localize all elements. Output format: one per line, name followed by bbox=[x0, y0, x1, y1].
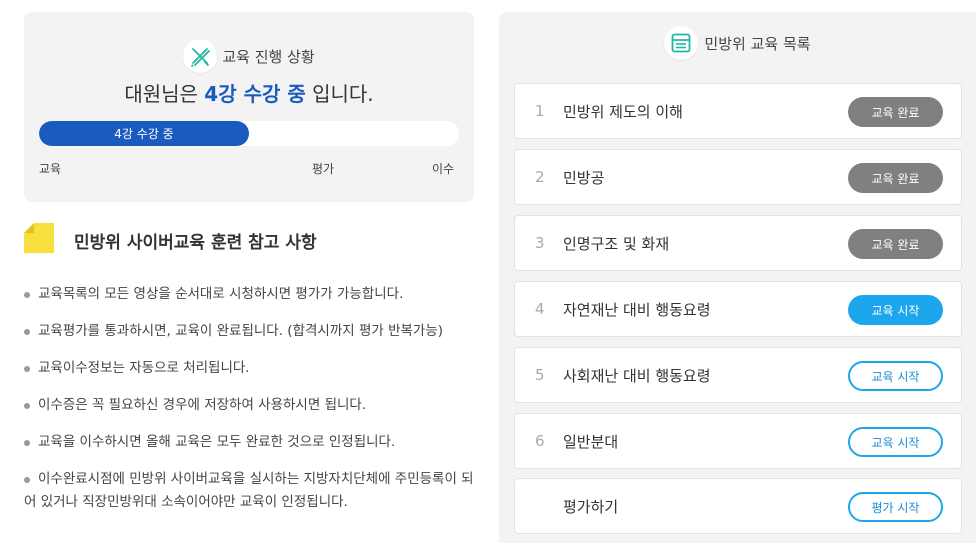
course-name: 민방공 bbox=[563, 169, 605, 187]
course-start-button[interactable]: 교육 시작 bbox=[848, 361, 943, 391]
course-name: 민방위 제도의 이해 bbox=[563, 103, 683, 121]
status-highlight: 4강 수강 중 bbox=[204, 82, 306, 106]
note-item: 이수완료시점에 민방위 사이버교육을 실시하는 지방자치단체에 주민등록이 되어… bbox=[24, 468, 474, 514]
step-completion: 이수 bbox=[432, 162, 455, 176]
course-number: 3 bbox=[535, 234, 545, 252]
course-completed-button[interactable]: 교육 완료 bbox=[848, 163, 943, 193]
course-completed-button[interactable]: 교육 완료 bbox=[848, 97, 943, 127]
progress-card-header: 교육 진행 상황 bbox=[24, 39, 474, 73]
course-number: 1 bbox=[535, 102, 545, 120]
curriculum-panel: 민방위 교육 목록 1 민방위 제도의 이해 교육 완료 2 민방공 교육 완료… bbox=[499, 12, 976, 543]
note-item: 교육이수정보는 자동으로 처리됩니다. bbox=[24, 357, 474, 380]
step-evaluation: 평가 bbox=[312, 162, 335, 176]
notes-title: 민방위 사이버교육 훈련 참고 사항 bbox=[74, 232, 317, 253]
progress-title: 교육 진행 상황 bbox=[222, 47, 315, 66]
status-suffix: 입니다. bbox=[312, 82, 374, 106]
course-number: 5 bbox=[535, 366, 545, 384]
evaluation-row: 평가하기 평가 시작 bbox=[514, 478, 962, 534]
progress-card: 교육 진행 상황 대원님은 4강 수강 중 입니다. 4강 수강 중 교육 평가… bbox=[24, 12, 474, 202]
course-completed-button[interactable]: 교육 완료 bbox=[848, 229, 943, 259]
curriculum-title: 민방위 교육 목록 bbox=[704, 34, 811, 53]
course-name: 사회재난 대비 행동요령 bbox=[563, 367, 711, 385]
course-row: 3 인명구조 및 화재 교육 완료 bbox=[514, 215, 962, 271]
course-row: 4 자연재난 대비 행동요령 교육 시작 bbox=[514, 281, 962, 337]
course-number: 2 bbox=[535, 168, 545, 186]
step-education: 교육 bbox=[39, 162, 62, 176]
course-row: 1 민방위 제도의 이해 교육 완료 bbox=[514, 83, 962, 139]
progress-status: 대원님은 4강 수강 중 입니다. bbox=[24, 78, 474, 107]
course-name: 인명구조 및 화재 bbox=[563, 235, 670, 253]
course-row: 6 일반분대 교육 시작 bbox=[514, 413, 962, 469]
status-prefix: 대원님은 bbox=[124, 82, 198, 106]
course-start-button[interactable]: 교육 시작 bbox=[848, 427, 943, 457]
evaluation-name: 평가하기 bbox=[563, 498, 619, 516]
note-item: 교육목록의 모든 영상을 순서대로 시청하시면 평가가 가능합니다. bbox=[24, 283, 474, 306]
notes-header: 민방위 사이버교육 훈련 참고 사항 bbox=[24, 223, 317, 257]
progress-fill: 4강 수강 중 bbox=[39, 121, 249, 146]
note-item: 교육을 이수하시면 올해 교육은 모두 완료한 것으로 인정됩니다. bbox=[24, 431, 474, 454]
course-number: 6 bbox=[535, 432, 545, 450]
course-start-button[interactable]: 교육 시작 bbox=[848, 295, 943, 325]
evaluation-start-button[interactable]: 평가 시작 bbox=[848, 492, 943, 522]
sticky-note-icon bbox=[24, 223, 54, 257]
list-board-icon bbox=[664, 26, 699, 60]
pencil-ruler-icon bbox=[183, 39, 218, 73]
curriculum-header: 민방위 교육 목록 bbox=[499, 26, 976, 60]
course-row: 2 민방공 교육 완료 bbox=[514, 149, 962, 205]
course-number: 4 bbox=[535, 300, 545, 318]
course-name: 일반분대 bbox=[563, 433, 619, 451]
course-row: 5 사회재난 대비 행동요령 교육 시작 bbox=[514, 347, 962, 403]
course-name: 자연재난 대비 행동요령 bbox=[563, 301, 711, 319]
note-item: 교육평가를 통과하시면, 교육이 완료됩니다. (합격시까지 평가 반복가능) bbox=[24, 320, 474, 343]
notes-list: 교육목록의 모든 영상을 순서대로 시청하시면 평가가 가능합니다. 교육평가를… bbox=[24, 283, 474, 528]
progress-bar: 4강 수강 중 bbox=[39, 121, 459, 146]
note-item: 이수증은 꼭 필요하신 경우에 저장하여 사용하시면 됩니다. bbox=[24, 394, 474, 417]
